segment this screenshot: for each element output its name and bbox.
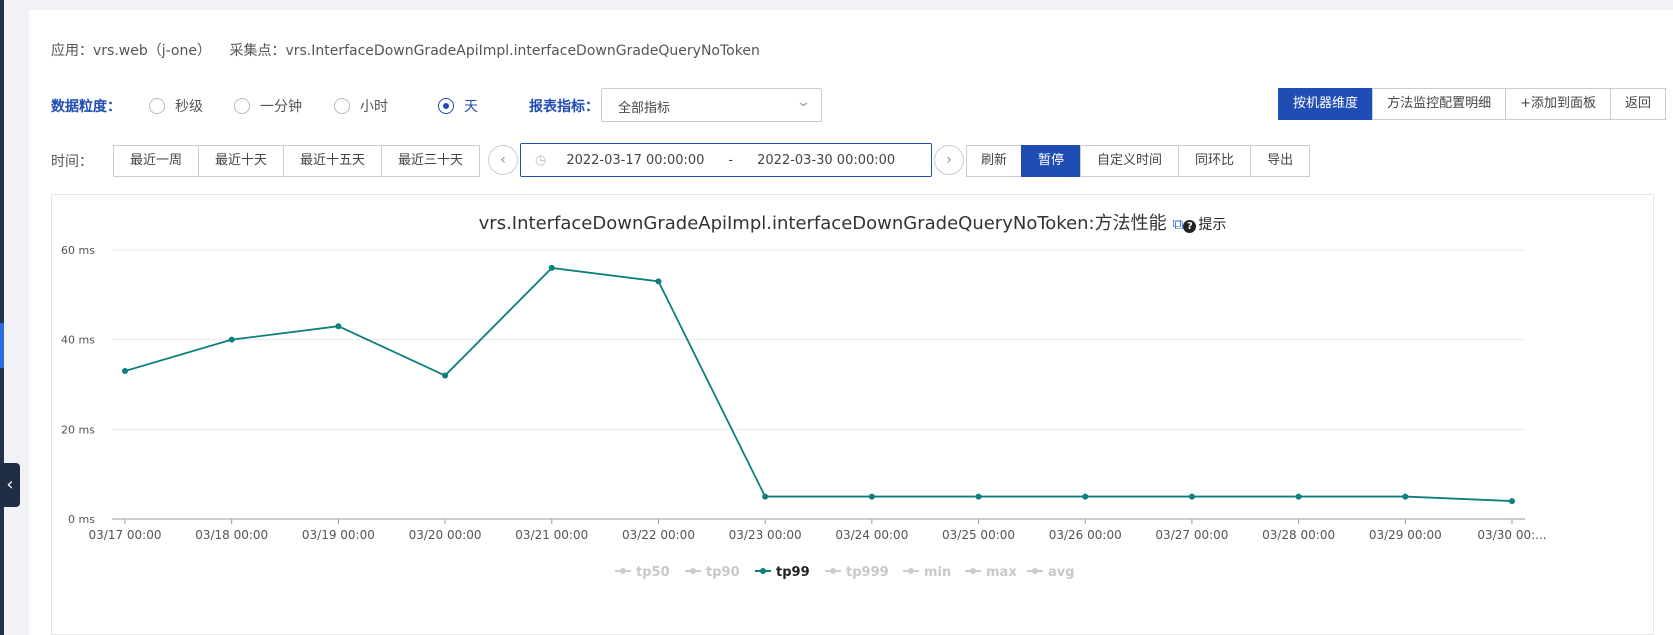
clock-icon: ◷	[535, 152, 547, 168]
machine-dimension-button[interactable]: 按机器维度	[1278, 88, 1374, 120]
x-tick-label: 03/29 00:00	[1369, 528, 1442, 542]
legend-item-avg[interactable]: avg	[1048, 565, 1075, 580]
yoy-compare-button[interactable]: 同环比	[1178, 145, 1252, 177]
legend-item-tp999[interactable]: tp999	[846, 565, 889, 580]
x-tick-label: 03/27 00:00	[1155, 528, 1228, 542]
y-tick-label: 60 ms	[61, 244, 95, 257]
custom-time-button[interactable]: 自定义时间	[1080, 145, 1180, 177]
data-point	[228, 336, 235, 343]
x-tick-label: 03/25 00:00	[942, 528, 1015, 542]
date-start: 2022-03-17 00:00:00	[566, 152, 705, 168]
back-button[interactable]: 返回	[1609, 88, 1666, 120]
radio-dot-icon	[234, 98, 250, 114]
collapse-sidebar-icon[interactable]: ‹	[0, 463, 20, 507]
filter-row: 数据粒度： 秒级 一分钟 小时 天 报表指标： 全部指标 ⌄ 按机器维度 方法监…	[51, 88, 1666, 122]
data-point	[762, 493, 769, 500]
last-ten-days-button[interactable]: 最近十天	[198, 145, 285, 177]
x-tick-label: 03/17 00:00	[89, 528, 162, 542]
radio-dot-icon	[334, 98, 350, 114]
add-to-panel-button[interactable]: +添加到面板	[1505, 88, 1611, 120]
app-label: 应用：vrs.web（j-one）	[51, 43, 211, 59]
data-point	[868, 493, 875, 500]
radio-dot-icon	[149, 98, 165, 114]
top-button-group: 按机器维度 方法监控配置明细 +添加到面板 返回	[1278, 88, 1666, 120]
x-tick-label: 03/18 00:00	[195, 528, 268, 542]
x-tick-label: 03/19 00:00	[302, 528, 375, 542]
radio-second[interactable]: 秒级	[149, 96, 203, 116]
y-tick-label: 40 ms	[61, 334, 95, 347]
data-point	[442, 372, 449, 379]
radio-day[interactable]: 天	[438, 96, 478, 116]
legend-item-tp90[interactable]: tp90	[706, 565, 740, 580]
series-line-tp99	[124, 266, 1513, 502]
chart-panel: vrs.InterfaceDownGradeApiImpl.interfaceD…	[51, 194, 1654, 635]
main-card: 应用：vrs.web（j-one） 采集点：vrs.InterfaceDownG…	[29, 10, 1673, 635]
export-button[interactable]: 导出	[1250, 145, 1311, 177]
last-week-button[interactable]: 最近一周	[113, 145, 200, 177]
last-fifteen-days-button[interactable]: 最近十五天	[283, 145, 383, 177]
data-point	[335, 323, 342, 330]
pause-button[interactable]: 暂停	[1021, 145, 1082, 177]
metric-select[interactable]: 全部指标 ⌄	[601, 88, 822, 122]
metric-select-value: 全部指标	[618, 101, 671, 116]
x-tick-label: 03/23 00:00	[729, 528, 802, 542]
data-point	[1188, 493, 1195, 500]
time-label: 时间：	[51, 154, 93, 170]
data-point	[1509, 498, 1515, 505]
legend-item-tp50[interactable]: tp50	[636, 565, 670, 580]
legend-item-max[interactable]: max	[986, 565, 1017, 580]
data-point	[975, 493, 982, 500]
x-tick-label: 03/21 00:00	[515, 528, 588, 542]
collect-point-label: 采集点：vrs.InterfaceDownGradeApiImpl.interf…	[229, 43, 760, 59]
data-point	[548, 264, 555, 271]
legend-marker-tp90	[690, 568, 696, 574]
chevron-down-icon: ⌄	[795, 95, 812, 110]
quick-time-group: 最近一周 最近十天 最近十五天 最近三十天	[113, 145, 481, 177]
y-tick-label: 0 ms	[68, 513, 95, 526]
x-tick-label: 03/20 00:00	[409, 528, 482, 542]
date-separator: -	[728, 152, 734, 168]
x-tick-label: 03/30 00:...	[1477, 528, 1546, 542]
legend-item-tp99[interactable]: tp99	[776, 565, 810, 580]
left-nav-active-marker	[0, 323, 4, 368]
refresh-button[interactable]: 刷新	[966, 145, 1023, 177]
legend-marker-max	[970, 568, 976, 574]
metric-label: 报表指标：	[529, 99, 599, 115]
legend-marker-tp99	[760, 568, 766, 574]
data-point	[122, 368, 128, 375]
method-config-detail-button[interactable]: 方法监控配置明细	[1372, 88, 1507, 120]
x-tick-label: 03/26 00:00	[1049, 528, 1122, 542]
prev-period-icon[interactable]: ‹	[488, 145, 518, 175]
legend-marker-min	[908, 568, 914, 574]
legend-marker-tp999	[830, 568, 836, 574]
data-point	[655, 278, 662, 285]
x-tick-label: 03/22 00:00	[622, 528, 695, 542]
action-button-group: 刷新 暂停 自定义时间 同环比 导出	[966, 145, 1311, 177]
data-point	[1295, 493, 1302, 500]
x-tick-label: 03/28 00:00	[1262, 528, 1335, 542]
time-row: 时间： 最近一周 最近十天 最近十五天 最近三十天 ‹ ◷ 2022-03-17…	[51, 143, 1666, 179]
last-thirty-days-button[interactable]: 最近三十天	[381, 145, 481, 177]
date-end: 2022-03-30 00:00:00	[757, 152, 896, 168]
data-point	[1402, 493, 1409, 500]
radio-dot-icon	[438, 98, 454, 114]
y-tick-label: 20 ms	[61, 423, 95, 436]
next-period-icon[interactable]: ›	[934, 145, 964, 175]
date-range-picker[interactable]: ◷ 2022-03-17 00:00:00 - 2022-03-30 00:00…	[520, 143, 932, 177]
granularity-label: 数据粒度：	[51, 99, 121, 115]
radio-minute[interactable]: 一分钟	[234, 96, 302, 116]
app-info: 应用：vrs.web（j-one） 采集点：vrs.InterfaceDownG…	[51, 40, 774, 60]
line-chart: 0 ms 20 ms 40 ms 60 ms 03/17 00:00 03/18 00:0…	[61, 244, 1547, 580]
radio-hour[interactable]: 小时	[334, 96, 388, 116]
left-nav-strip	[0, 0, 4, 635]
legend-marker-avg	[1032, 568, 1038, 574]
data-point	[1082, 493, 1089, 500]
legend-marker-tp50	[620, 568, 626, 574]
legend-item-min[interactable]: min	[924, 565, 951, 580]
x-tick-label: 03/24 00:00	[835, 528, 908, 542]
